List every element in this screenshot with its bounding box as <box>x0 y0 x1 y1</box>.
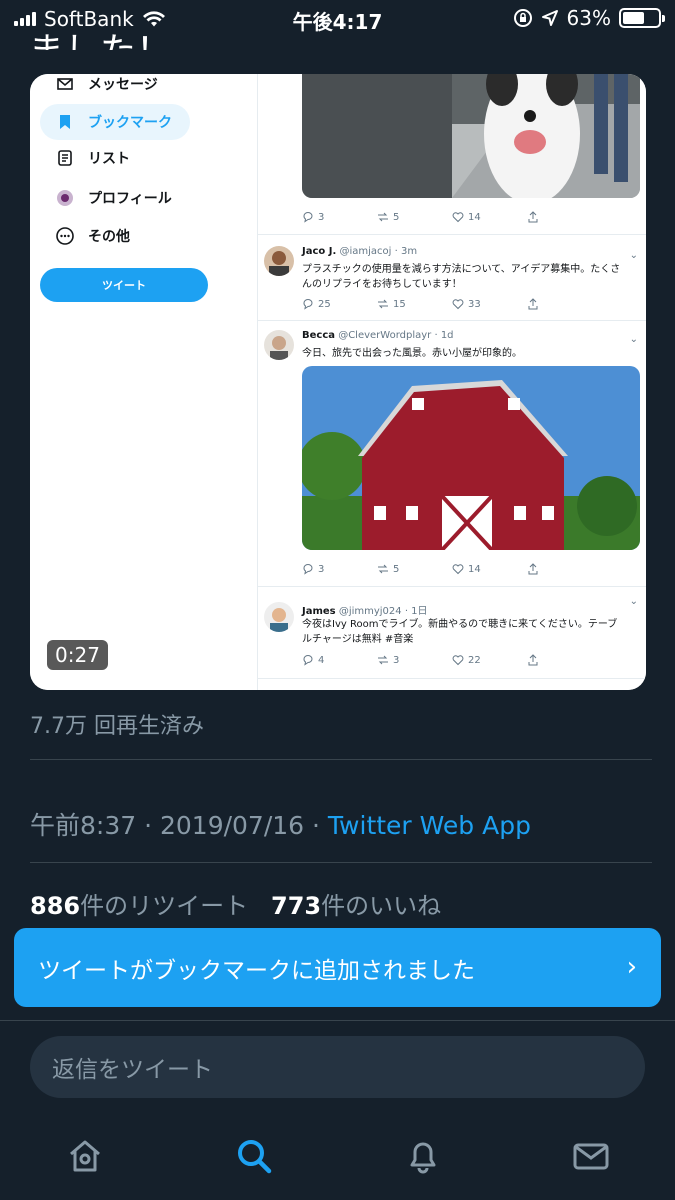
dog-photo <box>302 74 640 198</box>
reply-count: 3 <box>318 563 325 575</box>
like-count: 14 <box>468 211 481 223</box>
tweet-meta: 午前8:37 · 2019/07/16 · Twitter Web App <box>30 811 531 840</box>
like-count: 33 <box>468 298 481 310</box>
divider <box>30 759 652 760</box>
chevron-down-icon: ⌄ <box>629 250 638 261</box>
view-count: 7.7万 回再生済み <box>30 714 204 739</box>
retweet-count: 5 <box>393 563 400 575</box>
sidebar-item-label: メッセージ <box>88 77 158 93</box>
home-icon[interactable] <box>63 1134 107 1178</box>
retweets-stat[interactable]: 886件のリツイート <box>30 892 248 920</box>
tweet-text: 今日、旅先で出会った風景。赤い小屋が印象的。 <box>302 348 522 359</box>
sidebar-item-label: ブックマーク <box>88 115 172 131</box>
avatar <box>264 330 294 360</box>
notifications-icon[interactable] <box>401 1134 445 1178</box>
reply-input[interactable]: 返信をツイート <box>30 1036 645 1098</box>
chevron-right-icon: › <box>626 952 637 982</box>
tweet-source-link[interactable]: Twitter Web App <box>328 811 531 840</box>
battery-icon <box>619 8 665 28</box>
sidebar-item-label: その他 <box>88 229 130 245</box>
avatar <box>264 602 294 632</box>
video-tweet-button: ツイート <box>40 268 208 302</box>
list-icon <box>56 149 74 167</box>
envelope-icon <box>56 75 74 93</box>
retweet-count: 15 <box>393 298 406 310</box>
bookmark-toast[interactable]: ツイートがブックマークに追加されました › <box>14 928 661 1007</box>
video-feed: 3 5 14 Jaco J. @iamjacoj · 3m ⌄ プラスチックの使… <box>258 74 646 690</box>
sidebar-item-more: その他 <box>56 226 130 246</box>
search-icon[interactable] <box>232 1134 276 1178</box>
tweet-video[interactable]: メッセージ ブックマーク リスト プロフィール その他 ツイート 3 5 14 … <box>30 74 646 690</box>
tweet-date: 2019/07/16 <box>159 811 305 840</box>
battery-percent: 63% <box>566 6 611 30</box>
tweet-header: Jaco J. @iamjacoj · 3m <box>302 246 418 257</box>
tweet-header: Becca @CleverWordplayr · 1d <box>302 330 454 341</box>
reply-count: 25 <box>318 298 331 310</box>
likes-stat[interactable]: 773件のいいね <box>271 892 441 920</box>
sidebar-item-messages: メッセージ <box>56 74 158 94</box>
sidebar-item-label: リスト <box>88 151 130 167</box>
chevron-down-icon: ⌄ <box>629 596 638 607</box>
chevron-down-icon: ⌄ <box>629 334 638 345</box>
battery-level <box>623 12 645 24</box>
profile-icon <box>56 189 74 207</box>
tweet-stats: 886件のリツイート 773件のいいね <box>30 886 441 921</box>
retweet-count: 5 <box>393 211 400 223</box>
status-right: 63% <box>513 6 665 30</box>
sidebar-item-lists: リスト <box>56 148 130 168</box>
video-sidebar: メッセージ ブックマーク リスト プロフィール その他 ツイート <box>30 74 258 690</box>
tweet-actions: 4 3 22 <box>302 654 602 666</box>
tweet-actions: 3 5 14 <box>302 211 602 223</box>
like-count: 14 <box>468 563 481 575</box>
tweet-actions: 25 15 33 <box>302 298 602 310</box>
retweet-count: 3 <box>393 654 400 666</box>
tweet-text: 今夜はIvy Roomでライブ。新曲やるので聴きに来てください。テーブルチャージ… <box>302 619 618 645</box>
video-duration: 0:27 <box>47 640 108 670</box>
tweet-header: James @jimmyj024 · 1日 <box>302 606 428 617</box>
divider <box>30 862 652 863</box>
sidebar-item-bookmarks: ブックマーク <box>40 104 190 140</box>
reply-count: 4 <box>318 654 325 666</box>
location-icon <box>541 10 558 26</box>
tweet-actions: 3 5 14 <box>302 563 602 575</box>
messages-icon[interactable] <box>569 1134 613 1178</box>
orientation-lock-icon <box>513 9 532 27</box>
reply-placeholder: 返信をツイート <box>52 1057 213 1083</box>
divider <box>0 1020 675 1021</box>
avatar <box>264 246 294 276</box>
more-icon <box>56 227 74 245</box>
tab-bar <box>0 1110 675 1200</box>
reply-count: 3 <box>318 211 325 223</box>
bookmark-icon <box>56 113 74 131</box>
barn-photo <box>302 366 640 550</box>
sidebar-item-label: プロフィール <box>88 191 172 207</box>
tweet-time: 午前8:37 <box>30 811 137 840</box>
tweet-text: プラスチックの使用量を減らす方法について、アイデア募集中。たくさんのリプライをお… <box>302 264 621 290</box>
sidebar-item-profile: プロフィール <box>56 188 172 208</box>
like-count: 22 <box>468 654 481 666</box>
toast-message: ツイートがブックマークに追加されました <box>38 957 475 984</box>
tweet-text-fragment: ました！ <box>28 22 172 50</box>
